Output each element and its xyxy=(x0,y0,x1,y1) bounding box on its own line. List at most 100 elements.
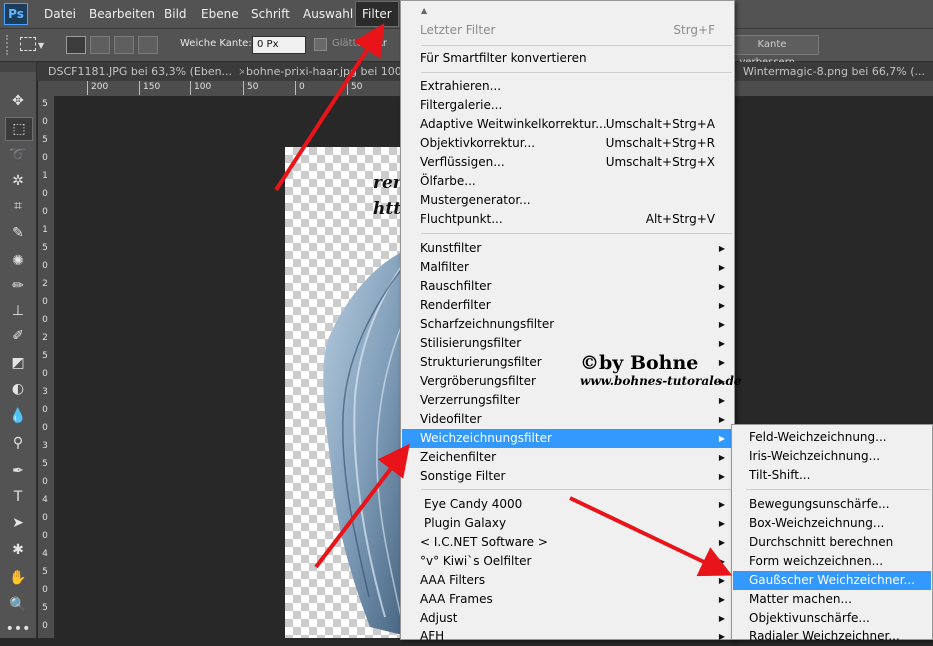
menu-item-aaa-frames[interactable]: AAA Frames ▶ xyxy=(402,590,733,609)
menu-item-motion-blur[interactable]: Bewegungsunschärfe... xyxy=(733,495,931,514)
menu-item-video[interactable]: Videofilter ▶ xyxy=(402,410,733,429)
menu-item-blur-more[interactable]: Matter machen... xyxy=(733,590,931,609)
magic-wand-icon[interactable]: ✲ xyxy=(5,170,31,192)
menu-bild[interactable]: Bild xyxy=(158,0,193,28)
menu-schrift[interactable]: Schrift xyxy=(245,0,296,28)
eraser-icon[interactable]: ◩ xyxy=(5,352,31,374)
ruler-corner xyxy=(38,81,55,96)
menu-item-sharpen[interactable]: Scharfzeichnungsfilter ▶ xyxy=(402,315,733,334)
menu-filter[interactable]: Filter xyxy=(355,1,399,27)
tab-document-1[interactable]: DSCF1181.JPG bei 63,3% (Eben... × xyxy=(40,62,244,81)
path-selection-icon[interactable]: ➤ xyxy=(5,512,31,534)
menu-item-label: Matter machen... xyxy=(749,592,852,606)
menu-item-liquify[interactable]: Verflüssigen... Umschalt+Strg+X xyxy=(402,153,733,172)
move-tool-icon[interactable]: ✥ xyxy=(5,90,31,112)
menu-item-other[interactable]: Sonstige Filter ▶ xyxy=(402,467,733,486)
menu-item-aaa-filters[interactable]: AAA Filters ▶ xyxy=(402,571,733,590)
tab-document-2[interactable]: bohne-prixi-haar.jpg bei 100% xyxy=(238,62,406,81)
menu-separator xyxy=(421,45,732,46)
custom-shape-icon[interactable]: ✱ xyxy=(5,539,31,561)
menu-auswahl[interactable]: Auswahl xyxy=(297,0,359,28)
menu-item-label: Zeichenfilter xyxy=(420,450,497,464)
scroll-up-icon[interactable]: ▲ xyxy=(421,6,427,15)
feather-input[interactable]: 0 Px xyxy=(252,36,306,54)
submenu-arrow-icon: ▶ xyxy=(718,358,725,367)
menu-ebene[interactable]: Ebene xyxy=(195,0,245,28)
rectangular-marquee-icon[interactable]: ⬚ xyxy=(5,117,33,141)
menu-item-sketch[interactable]: Zeichenfilter ▶ xyxy=(402,448,733,467)
watermark-url: www.bohnes-tutorale.de xyxy=(580,374,742,388)
document-canvas[interactable]: ren http xyxy=(285,147,415,638)
menu-item-radial-blur[interactable]: Radialer Weichzeichner... xyxy=(733,627,931,646)
menu-item-noise[interactable]: Rauschfilter ▶ xyxy=(402,277,733,296)
menu-item-oil-paint[interactable]: Ölfarbe... xyxy=(402,172,733,191)
menu-item-shape-blur[interactable]: Form weichzeichnen... xyxy=(733,552,931,571)
menu-item-icnet[interactable]: < I.C.NET Software > ▶ xyxy=(402,533,733,552)
brush-tool-icon[interactable]: ✏ xyxy=(5,275,31,297)
menu-item-tilt-shift[interactable]: Tilt-Shift... xyxy=(733,466,931,485)
menu-item-last-filter[interactable]: Letzter Filter Strg+F xyxy=(402,21,733,40)
ruler-tick: 0 xyxy=(42,531,48,541)
crop-tool-icon[interactable]: ⌗ xyxy=(5,195,31,217)
menu-item-kiwi[interactable]: °v° Kiwi`s Oelfilter ▶ xyxy=(402,552,733,571)
eyedropper-icon[interactable]: ✎ xyxy=(5,222,31,244)
menu-item-label: °v° Kiwi`s Oelfilter xyxy=(420,554,532,568)
menu-item-average[interactable]: Durchschnitt berechnen xyxy=(733,533,931,552)
photoshop-logo: Ps xyxy=(4,3,28,25)
menu-item-field-blur[interactable]: Feld-Weichzeichnung... xyxy=(733,428,931,447)
menu-item-lens-blur[interactable]: Objektivunschärfe... xyxy=(733,609,931,628)
lasso-tool-icon[interactable]: ➰ xyxy=(5,144,31,166)
tab-document-3[interactable]: Wintermagic-8.png bei 66,7% (... xyxy=(735,62,933,81)
submenu-arrow-icon: ▶ xyxy=(718,632,725,641)
menu-item-plugin-galaxy[interactable]: Plugin Galaxy ▶ xyxy=(402,514,733,533)
menu-item-artistic[interactable]: Kunstfilter ▶ xyxy=(402,239,733,258)
menu-item-render[interactable]: Renderfilter ▶ xyxy=(402,296,733,315)
zoom-tool-icon[interactable]: 🔍 xyxy=(5,594,31,616)
marquee-preset-icon[interactable] xyxy=(20,37,36,51)
menu-datei[interactable]: Datei xyxy=(38,0,82,28)
refine-edge-button[interactable]: Kante verbessern... xyxy=(725,35,819,68)
menu-item-pattern-maker[interactable]: Mustergenerator... xyxy=(402,191,733,210)
menu-item-adjust[interactable]: Adjust ▶ xyxy=(402,609,733,628)
menu-item-distort[interactable]: Verzerrungsfilter ▶ xyxy=(402,391,733,410)
antialias-checkbox[interactable] xyxy=(314,38,327,51)
add-to-selection-button[interactable] xyxy=(90,36,110,54)
menu-item-gaussian-blur[interactable]: Gaußscher Weichzeichner... xyxy=(733,571,931,590)
type-tool-icon[interactable]: T xyxy=(5,486,31,508)
chevron-down-icon[interactable]: ▼ xyxy=(38,41,44,50)
more-tools-icon[interactable]: ••• xyxy=(5,618,31,640)
clone-stamp-icon[interactable]: ⊥ xyxy=(5,300,31,322)
menu-item-filter-gallery[interactable]: Filtergalerie... xyxy=(402,96,733,115)
ruler-tick: 1 xyxy=(42,225,48,235)
menu-item-iris-blur[interactable]: Iris-Weichzeichnung... xyxy=(733,447,931,466)
menu-item-afh[interactable]: AFH ▶ xyxy=(402,627,733,646)
hand-tool-icon[interactable]: ✋ xyxy=(5,567,31,589)
ruler-tick: 0 xyxy=(42,477,48,487)
dodge-tool-icon[interactable]: ⚲ xyxy=(5,432,31,454)
intersect-selection-button[interactable] xyxy=(138,36,158,54)
menu-item-stylize[interactable]: Stilisierungsfilter ▶ xyxy=(402,334,733,353)
menu-item-label: Für Smartfilter konvertieren xyxy=(420,51,587,65)
subtract-selection-button[interactable] xyxy=(114,36,134,54)
menu-item-shortcut: Umschalt+Strg+R xyxy=(605,136,715,150)
menu-item-vanishing-point[interactable]: Fluchtpunkt... Alt+Strg+V xyxy=(402,210,733,229)
menu-item-eye-candy[interactable]: Eye Candy 4000 ▶ xyxy=(402,495,733,514)
menu-bearbeiten[interactable]: Bearbeiten xyxy=(83,0,161,28)
history-brush-icon[interactable]: ✐ xyxy=(5,325,31,347)
blur-tool-icon[interactable]: 💧 xyxy=(5,405,31,427)
healing-brush-icon[interactable]: ✺ xyxy=(5,250,31,272)
new-selection-button[interactable] xyxy=(66,36,86,54)
menu-item-lens-correction[interactable]: Objektivkorrektur... Umschalt+Strg+R xyxy=(402,134,733,153)
menu-item-adaptive-wide-angle[interactable]: Adaptive Weitwinkelkorrektur... Umschalt+… xyxy=(402,115,733,134)
menu-item-brush-strokes[interactable]: Malfilter ▶ xyxy=(402,258,733,277)
pen-tool-icon[interactable]: ✒ xyxy=(5,460,31,482)
tab-label: Wintermagic-8.png bei 66,7% (... xyxy=(743,65,926,78)
menu-item-box-blur[interactable]: Box-Weichzeichnung... xyxy=(733,514,931,533)
ruler-tick: 3 xyxy=(42,387,48,397)
paint-bucket-icon[interactable]: ◐ xyxy=(5,378,31,400)
submenu-arrow-icon: ▶ xyxy=(718,519,725,528)
menu-item-extract[interactable]: Extrahieren... xyxy=(402,77,733,96)
menu-item-label: Box-Weichzeichnung... xyxy=(749,516,885,530)
menu-item-blur[interactable]: Weichzeichnungsfilter ▶ xyxy=(402,429,733,448)
menu-item-smart-filter[interactable]: Für Smartfilter konvertieren xyxy=(402,49,733,68)
